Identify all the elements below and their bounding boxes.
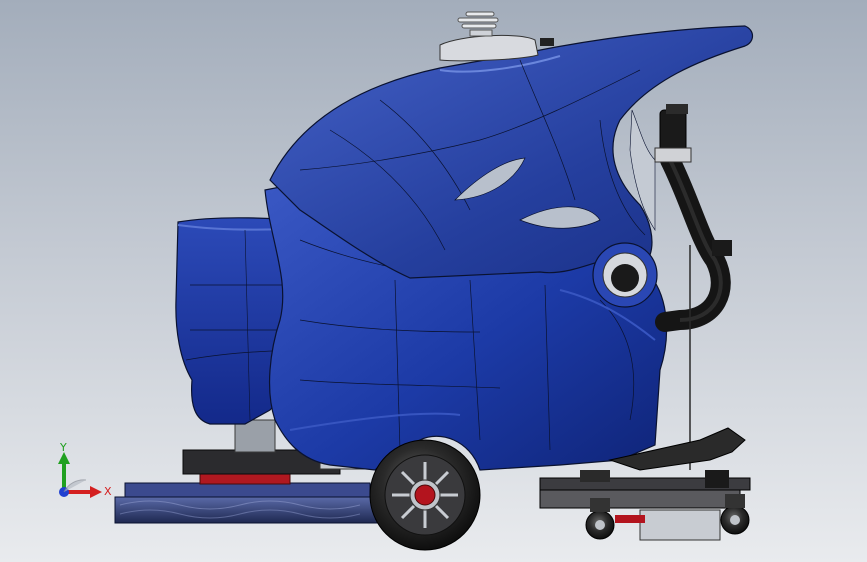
y-axis-label: Y (60, 441, 67, 454)
coordinate-triad: Y X (50, 440, 120, 510)
beacon-light (439, 11, 554, 62)
machine-model[interactable] (0, 0, 867, 562)
side-port (592, 242, 658, 308)
rear-wheel[interactable] (369, 439, 481, 551)
graphics-viewport[interactable]: Y X (0, 0, 867, 562)
drain-hose[interactable] (654, 104, 732, 470)
x-axis-label: X (104, 485, 112, 498)
